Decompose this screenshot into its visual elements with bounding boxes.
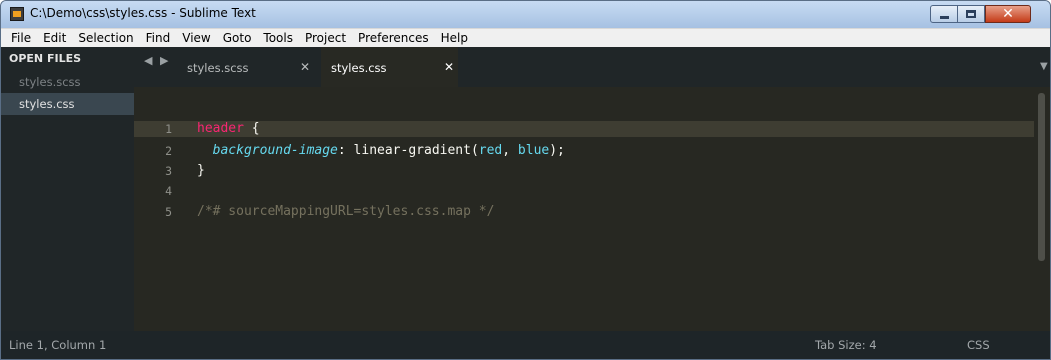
css-value: red: [478, 143, 503, 158]
code-text: header {: [197, 121, 260, 137]
maximize-icon: [966, 10, 976, 18]
menu-project[interactable]: Project: [299, 31, 352, 45]
close-button[interactable]: ✕: [985, 5, 1031, 23]
menu-help[interactable]: Help: [435, 31, 474, 45]
sublime-text-icon: [10, 7, 24, 21]
sublime-text-window: C:\Demo\css\styles.css - Sublime Text ✕ …: [0, 0, 1051, 360]
status-bar: Line 1, Column 1 Tab Size: 4 CSS: [1, 331, 1050, 359]
menu-find[interactable]: Find: [140, 31, 177, 45]
tab-size-indicator[interactable]: Tab Size: 4: [815, 338, 877, 352]
tab-styles-css[interactable]: styles.css ✕: [321, 47, 458, 87]
code-line-4[interactable]: 4: [134, 183, 1034, 199]
css-brace: }: [197, 163, 205, 178]
scrollbar-thumb[interactable]: [1038, 93, 1045, 261]
css-end: );: [549, 143, 565, 158]
css-colon: :: [337, 143, 354, 158]
tab-close-icon[interactable]: ✕: [300, 60, 310, 74]
tab-bar: ◀ ▶ styles.scss ✕ styles.css ✕ ▼: [134, 47, 1050, 87]
css-separator: ,: [502, 143, 518, 158]
sidebar: OPEN FILES styles.scss styles.css: [1, 47, 134, 331]
code-line-1[interactable]: 1 header {: [134, 121, 1034, 137]
menu-file[interactable]: File: [5, 31, 37, 45]
css-brace: {: [243, 121, 260, 136]
code-text: /*# sourceMappingURL=styles.css.map */: [197, 204, 494, 220]
title-bar[interactable]: C:\Demo\css\styles.css - Sublime Text ✕: [1, 1, 1050, 28]
menu-edit[interactable]: Edit: [37, 31, 72, 45]
tab-label: styles.css: [331, 61, 387, 75]
menu-selection[interactable]: Selection: [72, 31, 139, 45]
line-number: 4: [165, 184, 172, 198]
menu-preferences[interactable]: Preferences: [352, 31, 435, 45]
code-text: }: [197, 163, 205, 179]
line-number: 1: [165, 122, 172, 136]
tab-close-icon[interactable]: ✕: [444, 60, 454, 74]
syntax-indicator[interactable]: CSS: [967, 338, 990, 352]
css-value: blue: [517, 143, 550, 158]
code-text: background-image: linear-gradient(red, b…: [197, 143, 565, 159]
code-line-3[interactable]: 3 }: [134, 163, 1034, 179]
cursor-position: Line 1, Column 1: [9, 338, 107, 352]
code-line-5[interactable]: 5 /*# sourceMappingURL=styles.css.map */: [134, 204, 1034, 220]
css-function: linear-gradient(: [353, 143, 479, 158]
css-comment: /*# sourceMappingURL=styles.css.map */: [197, 204, 495, 219]
maximize-button[interactable]: [958, 5, 985, 23]
menu-bar: File Edit Selection Find View Goto Tools…: [1, 28, 1050, 47]
line-number: 3: [165, 164, 172, 178]
sidebar-item-styles-scss[interactable]: styles.scss: [1, 71, 134, 93]
tab-nav-arrows-icon[interactable]: ◀ ▶: [144, 54, 170, 67]
minimize-button[interactable]: [930, 5, 958, 23]
window-title: C:\Demo\css\styles.css - Sublime Text: [30, 6, 256, 20]
tab-label: styles.scss: [187, 61, 249, 75]
tab-styles-scss[interactable]: styles.scss ✕: [177, 47, 314, 87]
minimize-icon: [939, 15, 949, 19]
css-selector: header: [197, 121, 244, 136]
menu-tools[interactable]: Tools: [257, 31, 299, 45]
open-files-heading: OPEN FILES: [9, 52, 82, 65]
line-number: 2: [165, 144, 172, 158]
tab-overflow-icon[interactable]: ▼: [1040, 61, 1048, 72]
menu-goto[interactable]: Goto: [217, 31, 258, 45]
sidebar-item-styles-css[interactable]: styles.css: [1, 93, 134, 115]
css-property: background-image: [212, 143, 338, 158]
menu-view[interactable]: View: [176, 31, 216, 45]
code-editor[interactable]: 1 header { 2 background-image: linear-gr…: [134, 87, 1050, 331]
line-number: 5: [165, 205, 172, 219]
code-line-2[interactable]: 2 background-image: linear-gradient(red,…: [134, 143, 1034, 159]
close-icon: ✕: [1002, 6, 1014, 22]
